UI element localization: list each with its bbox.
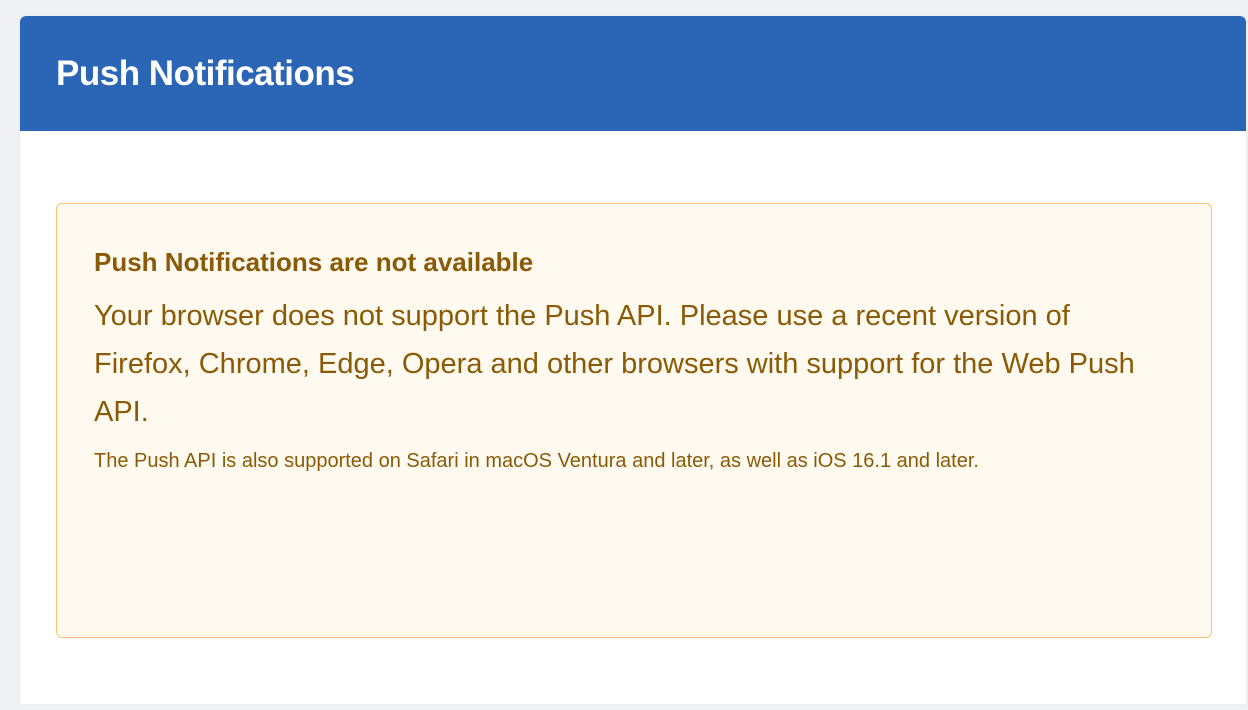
push-notifications-panel: Push Notifications Push Notifications ar… <box>20 16 1246 704</box>
page-title: Push Notifications <box>56 53 355 93</box>
alert-note: The Push API is also supported on Safari… <box>94 450 979 472</box>
panel-header: Push Notifications <box>20 16 1246 131</box>
alert-message: Your browser does not support the Push A… <box>94 300 1135 428</box>
warning-alert: Push Notifications are not available You… <box>56 203 1212 638</box>
alert-title: Push Notifications are not available <box>94 247 534 277</box>
